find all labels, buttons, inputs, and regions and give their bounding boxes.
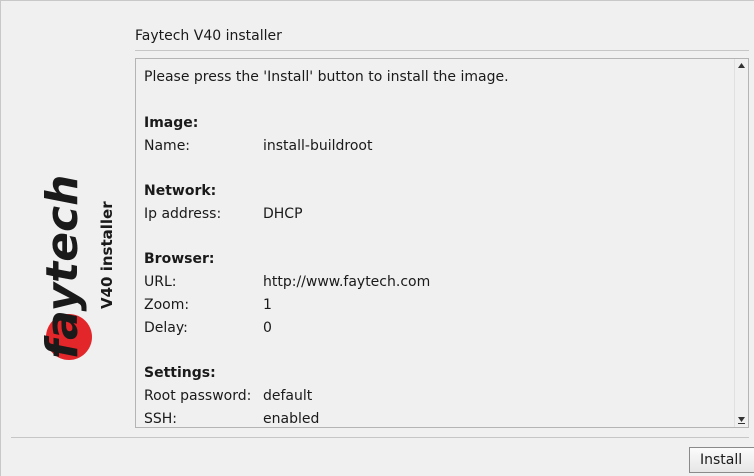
info-row-delay: Delay: 0 — [144, 320, 272, 336]
section-heading-network: Network: — [144, 183, 217, 199]
arrow-up-icon[interactable] — [736, 60, 747, 71]
row-value: http://www.faytech.com — [263, 274, 431, 290]
row-key: Root password: — [144, 388, 252, 404]
row-key: Zoom: — [144, 297, 190, 313]
vertical-scrollbar[interactable] — [734, 59, 748, 427]
page-title: Faytech V40 installer — [135, 28, 282, 44]
faytech-logo: faytech V40 installer — [37, 175, 116, 360]
section-heading-browser: Browser: — [144, 251, 215, 267]
row-value: enabled — [263, 411, 320, 427]
row-key: Name: — [144, 138, 191, 154]
installer-window: faytech V40 installer Faytech V40 instal… — [0, 0, 754, 476]
row-value: 0 — [263, 320, 272, 336]
info-row-ip-address: Ip address: DHCP — [144, 206, 303, 222]
install-button[interactable]: Install — [689, 447, 754, 473]
info-row-zoom: Zoom: 1 — [144, 297, 272, 313]
info-content: Please press the 'Install' button to ins… — [144, 59, 732, 427]
info-panel[interactable]: Please press the 'Install' button to ins… — [135, 58, 749, 428]
row-value: default — [263, 388, 313, 404]
section-heading-image: Image: — [144, 115, 199, 131]
row-value: 1 — [263, 297, 272, 313]
header-divider — [135, 50, 749, 51]
section-heading-settings: Settings: — [144, 365, 216, 381]
scroll-thumb[interactable] — [737, 73, 746, 413]
logo-subtitle: V40 installer — [98, 201, 116, 309]
info-row-name: Name: install-buildroot — [144, 138, 372, 154]
row-value: install-buildroot — [263, 138, 373, 154]
row-key: SSH: — [144, 411, 178, 427]
row-value: DHCP — [263, 206, 303, 222]
info-row-ssh: SSH: enabled — [144, 411, 319, 427]
intro-text: Please press the 'Install' button to ins… — [144, 69, 509, 85]
brand-panel: faytech V40 installer — [37, 121, 121, 361]
row-key: Delay: — [144, 320, 188, 336]
info-row-url: URL: http://www.faytech.com — [144, 274, 430, 290]
info-row-root-password: Root password: default — [144, 388, 312, 404]
logo-text: faytech — [41, 175, 88, 359]
footer-divider — [11, 437, 749, 438]
row-key: Ip address: — [144, 206, 222, 222]
arrow-down-icon[interactable] — [736, 415, 747, 426]
row-key: URL: — [144, 274, 177, 290]
